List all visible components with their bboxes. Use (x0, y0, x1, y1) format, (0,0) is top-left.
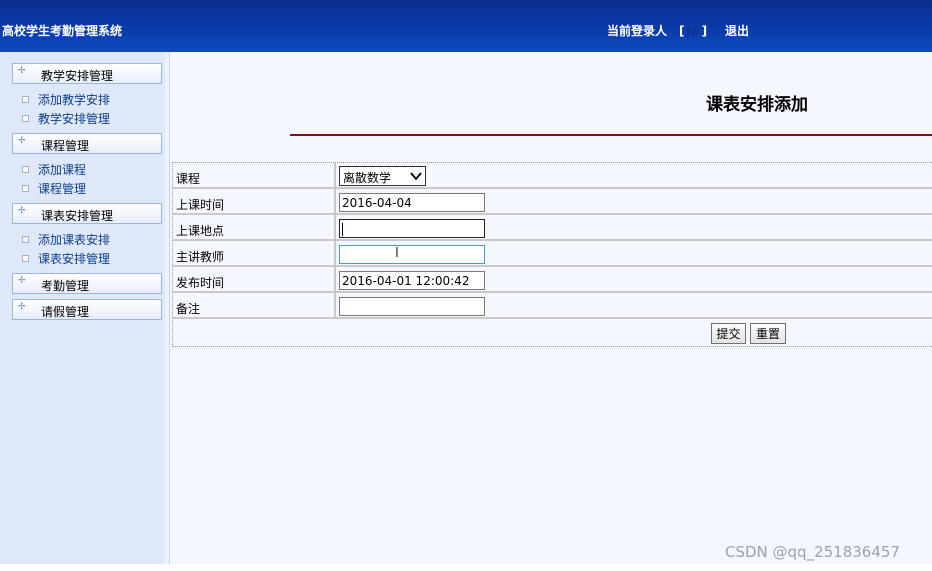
course-select[interactable]: 离散数学 (339, 166, 426, 186)
bracket-open: [ (679, 24, 685, 38)
sidebar-item-label: 添加课表安排 (38, 233, 111, 247)
sidebar-group-course[interactable]: ✢ 课程管理 (12, 133, 162, 154)
teacher-input[interactable] (339, 245, 485, 264)
sidebar-group-attendance[interactable]: ✢ 考勤管理 (12, 273, 162, 294)
class-time-label: 上课时间 (173, 189, 336, 213)
sidebar-group-label: 考勤管理 (41, 279, 90, 293)
sidebar-group-label: 教学安排管理 (41, 69, 114, 83)
plus-icon: ✢ (18, 136, 26, 146)
sidebar-item-add-schedule[interactable]: 添加课表安排 (22, 231, 110, 247)
sidebar-divider (165, 52, 169, 564)
sidebar-item-label: 教学安排管理 (38, 112, 111, 126)
sidebar-item-manage-teaching[interactable]: 教学安排管理 (22, 110, 110, 126)
status-bar (0, 564, 932, 571)
sidebar-item-label: 添加教学安排 (38, 93, 111, 107)
title-divider (290, 134, 932, 136)
schedule-form: 课程 离散数学 上课时间 上课地点 主讲教师 (172, 162, 932, 347)
sidebar-group-label: 课表安排管理 (41, 209, 114, 223)
chevron-down-icon (410, 172, 422, 181)
sidebar-group-label: 请假管理 (41, 305, 90, 319)
class-time-cell (338, 189, 932, 213)
plus-icon: ✢ (18, 66, 26, 76)
sidebar-group-leave[interactable]: ✢ 请假管理 (12, 299, 162, 320)
app-header: 高校学生考勤管理系统 当前登录人 [jw] 退出 (0, 0, 932, 52)
location-cell (338, 215, 932, 239)
sidebar-item-manage-schedule[interactable]: 课表安排管理 (22, 250, 110, 266)
sidebar: ✢ 教学安排管理 添加教学安排 教学安排管理 ✢ 课程管理 添加课程 课程管理 … (0, 52, 170, 564)
text-cursor-icon: I (395, 246, 399, 261)
publish-time-label: 发布时间 (173, 267, 336, 291)
form-row-teacher: 主讲教师 I (173, 241, 932, 267)
form-row-publish-time: 发布时间 (173, 267, 932, 293)
sidebar-item-add-teaching[interactable]: 添加教学安排 (22, 91, 110, 107)
sidebar-item-add-course[interactable]: 添加课程 (22, 161, 86, 177)
plus-icon: ✢ (18, 302, 26, 312)
square-bullet-icon (22, 96, 29, 103)
square-bullet-icon (22, 115, 29, 122)
system-title: 高校学生考勤管理系统 (2, 24, 123, 38)
plus-icon: ✢ (18, 206, 26, 216)
course-select-value: 离散数学 (343, 171, 392, 185)
publish-time-cell (338, 267, 932, 291)
sidebar-item-manage-course[interactable]: 课程管理 (22, 180, 86, 196)
square-bullet-icon (22, 185, 29, 192)
publish-time-input[interactable] (339, 271, 485, 290)
sidebar-group-schedule[interactable]: ✢ 课表安排管理 (12, 203, 162, 224)
form-row-class-time: 上课时间 (173, 189, 932, 215)
sidebar-item-label: 课程管理 (38, 182, 87, 196)
remark-label: 备注 (173, 293, 336, 317)
watermark: CSDN @qq_251836457 (725, 543, 900, 561)
form-row-location: 上课地点 (173, 215, 932, 241)
square-bullet-icon (22, 166, 29, 173)
square-bullet-icon (22, 255, 29, 262)
course-cell: 离散数学 (338, 163, 932, 187)
bracket-close: ] (701, 24, 708, 38)
location-label: 上课地点 (173, 215, 336, 239)
course-label: 课程 (173, 163, 336, 187)
sidebar-item-label: 添加课程 (38, 163, 87, 177)
location-input[interactable] (339, 219, 485, 238)
text-caret (342, 223, 343, 236)
reset-button[interactable]: 重置 (750, 323, 786, 344)
sidebar-group-label: 课程管理 (41, 139, 90, 153)
class-time-input[interactable] (339, 193, 485, 212)
submit-button[interactable]: 提交 (711, 323, 746, 344)
sidebar-item-label: 课表安排管理 (38, 252, 111, 266)
form-row-remark: 备注 (173, 293, 932, 319)
sidebar-group-teaching[interactable]: ✢ 教学安排管理 (12, 63, 162, 84)
login-label: 当前登录人 (607, 24, 668, 38)
form-actions: 提交 重置 (173, 319, 932, 347)
remark-input[interactable] (339, 297, 485, 316)
form-row-course: 课程 离散数学 (173, 163, 932, 189)
login-info: 当前登录人 [jw] (607, 22, 707, 39)
square-bullet-icon (22, 236, 29, 243)
plus-icon: ✢ (18, 276, 26, 286)
username: jw (686, 24, 700, 38)
main-content: 课表安排添加 课程 离散数学 上课时间 上课地点 (172, 52, 932, 564)
page-title: 课表安排添加 (706, 95, 808, 115)
remark-cell (338, 293, 932, 317)
teacher-cell: I (338, 241, 932, 265)
logout-link[interactable]: 退出 (725, 22, 749, 39)
teacher-label: 主讲教师 (173, 241, 336, 265)
